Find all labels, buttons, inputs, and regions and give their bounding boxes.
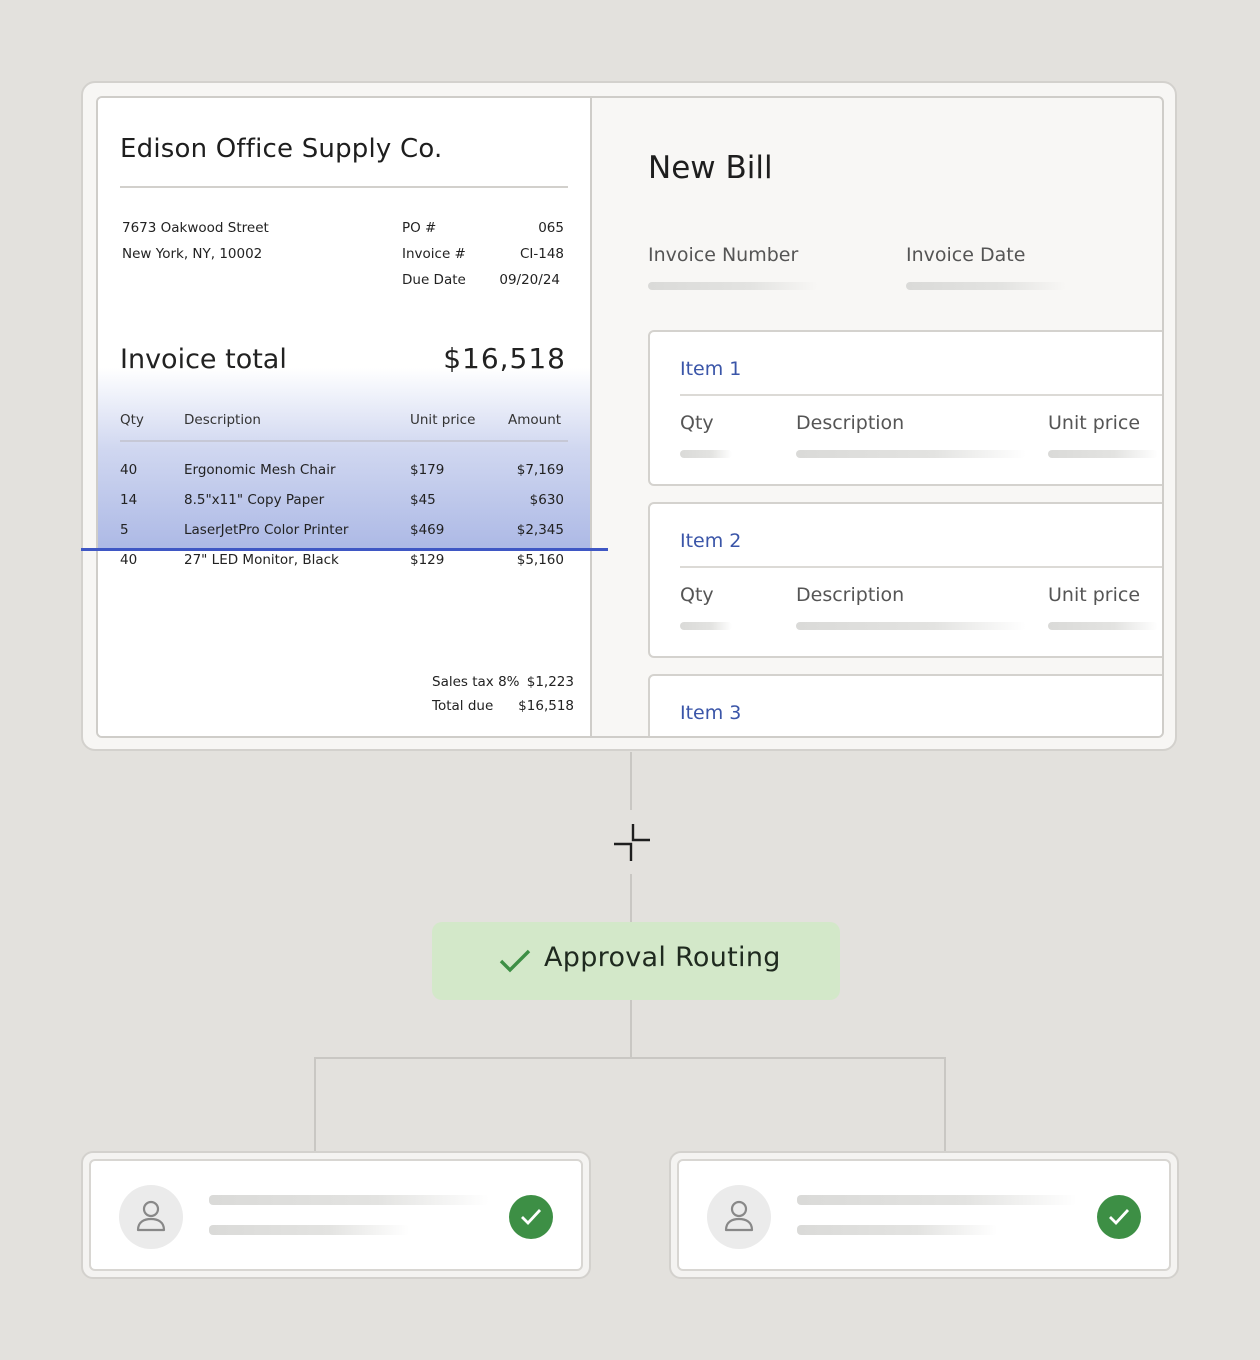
approver-card-inner xyxy=(677,1159,1171,1271)
row-unit-price: $469 xyxy=(410,522,445,538)
flow-connector xyxy=(944,1057,946,1151)
invoice-document: Edison Office Supply Co. 7673 Oakwood St… xyxy=(98,98,592,736)
row-amount: $2,345 xyxy=(516,522,564,538)
item-description-label: Description xyxy=(796,412,905,434)
invoice-address-line-2: New York, NY, 10002 xyxy=(122,246,263,262)
invoice-number-field-label: Invoice Number xyxy=(648,244,799,266)
approver-name-placeholder xyxy=(209,1195,489,1205)
invoice-total-label: Invoice total xyxy=(120,344,287,375)
user-icon xyxy=(136,1200,166,1232)
row-unit-price: $129 xyxy=(410,552,445,568)
item-unit-price-label: Unit price xyxy=(1048,412,1141,434)
flow-connector xyxy=(630,874,632,922)
item-qty-field[interactable] xyxy=(680,450,732,458)
item-qty-label: Qty xyxy=(680,412,714,434)
row-description: 8.5"x11" Copy Paper xyxy=(184,492,325,508)
approval-routing-label: Approval Routing xyxy=(544,942,781,973)
approver-role-placeholder xyxy=(209,1225,409,1235)
total-due-value: $16,518 xyxy=(518,698,574,714)
invoice-due-date-value: 09/20/24 xyxy=(499,272,560,288)
approver-card[interactable] xyxy=(81,1151,591,1279)
column-header-amount: Amount xyxy=(508,412,562,428)
column-header-unit-price: Unit price xyxy=(410,412,476,428)
user-icon xyxy=(724,1200,754,1232)
column-header-description: Description xyxy=(184,412,261,428)
invoice-date-field[interactable] xyxy=(906,282,1066,290)
invoice-number-field[interactable] xyxy=(648,282,818,290)
approver-name-placeholder xyxy=(797,1195,1077,1205)
document-split-view: Edison Office Supply Co. 7673 Oakwood St… xyxy=(96,96,1164,738)
invoice-number-value: CI-148 xyxy=(519,246,564,262)
row-qty: 14 xyxy=(120,492,138,508)
merge-connector-icon xyxy=(614,824,650,861)
invoice-number-label: Invoice # xyxy=(402,246,466,262)
check-circle-icon xyxy=(1109,1209,1130,1226)
item-description-label: Description xyxy=(796,584,905,606)
item-description-field[interactable] xyxy=(796,622,1026,630)
row-unit-price: $45 xyxy=(410,492,436,508)
row-amount: $5,160 xyxy=(516,552,564,568)
row-amount: $7,169 xyxy=(516,462,564,478)
total-due-label: Total due xyxy=(432,698,494,714)
item-qty-label: Qty xyxy=(680,584,714,606)
avatar xyxy=(707,1185,771,1249)
item-title: Item 1 xyxy=(680,358,742,380)
invoice-po-value: 065 xyxy=(538,220,564,236)
sales-tax-label: Sales tax 8% xyxy=(432,674,520,690)
approver-role-placeholder xyxy=(797,1225,997,1235)
flow-branch xyxy=(314,1057,946,1059)
row-description: Ergonomic Mesh Chair xyxy=(184,462,336,478)
column-header-qty: Qty xyxy=(120,412,144,428)
item-title: Item 2 xyxy=(680,530,742,552)
invoice-date-field-label: Invoice Date xyxy=(906,244,1026,266)
item-divider xyxy=(680,566,1162,568)
approver-card[interactable] xyxy=(669,1151,1179,1279)
item-qty-field[interactable] xyxy=(680,622,732,630)
bill-title: New Bill xyxy=(648,150,773,186)
invoice-address-line-1: 7673 Oakwood Street xyxy=(122,220,269,236)
item-description-field[interactable] xyxy=(796,450,1026,458)
flow-connector xyxy=(630,752,632,810)
approver-card-inner xyxy=(89,1159,583,1271)
item-divider xyxy=(680,394,1162,396)
sales-tax-value: $1,223 xyxy=(526,674,574,690)
invoice-due-date-label: Due Date xyxy=(402,272,466,288)
item-unit-price-label: Unit price xyxy=(1048,584,1141,606)
item-title: Item 3 xyxy=(680,702,742,724)
check-icon xyxy=(499,949,531,973)
invoice-total-value: $16,518 xyxy=(443,342,566,375)
invoice-header-divider xyxy=(120,186,568,188)
approved-badge xyxy=(1097,1195,1141,1239)
bill-item-card: Item 2 Qty Description Unit price xyxy=(648,502,1162,658)
row-amount: $630 xyxy=(529,492,564,508)
scan-line xyxy=(81,548,608,551)
row-qty: 40 xyxy=(120,552,138,568)
approval-routing-step[interactable]: Approval Routing xyxy=(432,922,840,1000)
row-description: LaserJetPro Color Printer xyxy=(184,522,349,538)
bill-item-card: Item 3 xyxy=(648,674,1162,736)
approved-badge xyxy=(509,1195,553,1239)
item-unit-price-field[interactable] xyxy=(1048,450,1158,458)
table-header-divider xyxy=(120,440,568,442)
invoice-company-name: Edison Office Supply Co. xyxy=(120,134,443,164)
item-unit-price-field[interactable] xyxy=(1048,622,1158,630)
check-circle-icon xyxy=(521,1209,542,1226)
flow-connector xyxy=(630,1000,632,1058)
row-description: 27" LED Monitor, Black xyxy=(184,552,339,568)
row-qty: 40 xyxy=(120,462,138,478)
row-qty: 5 xyxy=(120,522,129,538)
row-unit-price: $179 xyxy=(410,462,445,478)
avatar xyxy=(119,1185,183,1249)
bill-item-card: Item 1 Qty Description Unit price xyxy=(648,330,1162,486)
flow-connector xyxy=(314,1057,316,1151)
invoice-po-label: PO # xyxy=(402,220,437,236)
